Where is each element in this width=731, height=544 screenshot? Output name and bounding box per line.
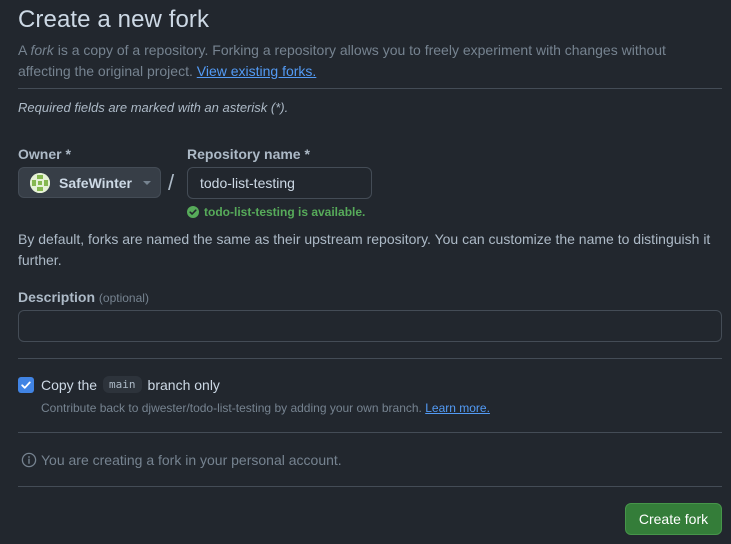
owner-dropdown[interactable]: SafeWinter (18, 167, 161, 198)
subtitle-prefix: A (18, 42, 31, 58)
owner-label: Owner * (18, 146, 71, 162)
divider (18, 486, 722, 487)
divider (18, 432, 722, 433)
description-label-text: Description (18, 289, 96, 305)
availability-text: todo-list-testing is available. (204, 205, 366, 219)
branch-name-code: main (103, 376, 142, 393)
page-title: Create a new fork (18, 6, 210, 33)
subtitle-emphasis: fork (30, 42, 54, 58)
avatar (30, 172, 50, 193)
owner-repo-separator: / (168, 170, 175, 195)
availability-message: todo-list-testing is available. (187, 205, 365, 219)
create-fork-page: Create a new fork A fork is a copy of a … (0, 0, 731, 544)
copy-main-branch-checkbox[interactable] (18, 377, 34, 393)
create-fork-button[interactable]: Create fork (625, 503, 722, 535)
info-icon (21, 452, 37, 468)
divider (18, 358, 722, 359)
description-input[interactable] (18, 310, 722, 342)
required-fields-note: Required fields are marked with an aster… (18, 100, 289, 115)
repository-name-input[interactable] (187, 167, 372, 199)
account-info: You are creating a fork in your personal… (21, 452, 342, 468)
account-info-text: You are creating a fork in your personal… (41, 452, 342, 468)
owner-name: SafeWinter (59, 174, 133, 191)
copy-label-before: Copy the (41, 376, 98, 393)
caret-down-icon (143, 180, 152, 185)
copy-branch-help: Contribute back to djwester/todo-list-te… (41, 401, 490, 415)
learn-more-link[interactable]: Learn more. (425, 401, 490, 415)
subtitle-text: is a copy of a repository. Forking a rep… (18, 42, 666, 79)
view-existing-forks-link[interactable]: View existing forks. (197, 63, 317, 79)
copy-branch-label[interactable]: Copy the main branch only (41, 376, 220, 393)
description-label: Description (optional) (18, 289, 149, 305)
divider (18, 88, 722, 89)
copy-help-text: Contribute back to djwester/todo-list-te… (41, 401, 422, 415)
naming-hint: By default, forks are named the same as … (18, 231, 711, 268)
page-subtitle: A fork is a copy of a repository. Forkin… (18, 40, 708, 82)
checkmark-icon (21, 381, 31, 389)
repository-name-label: Repository name * (187, 146, 310, 162)
copy-label-after: branch only (147, 376, 220, 393)
optional-tag: (optional) (98, 291, 149, 305)
check-circle-icon (187, 206, 199, 218)
